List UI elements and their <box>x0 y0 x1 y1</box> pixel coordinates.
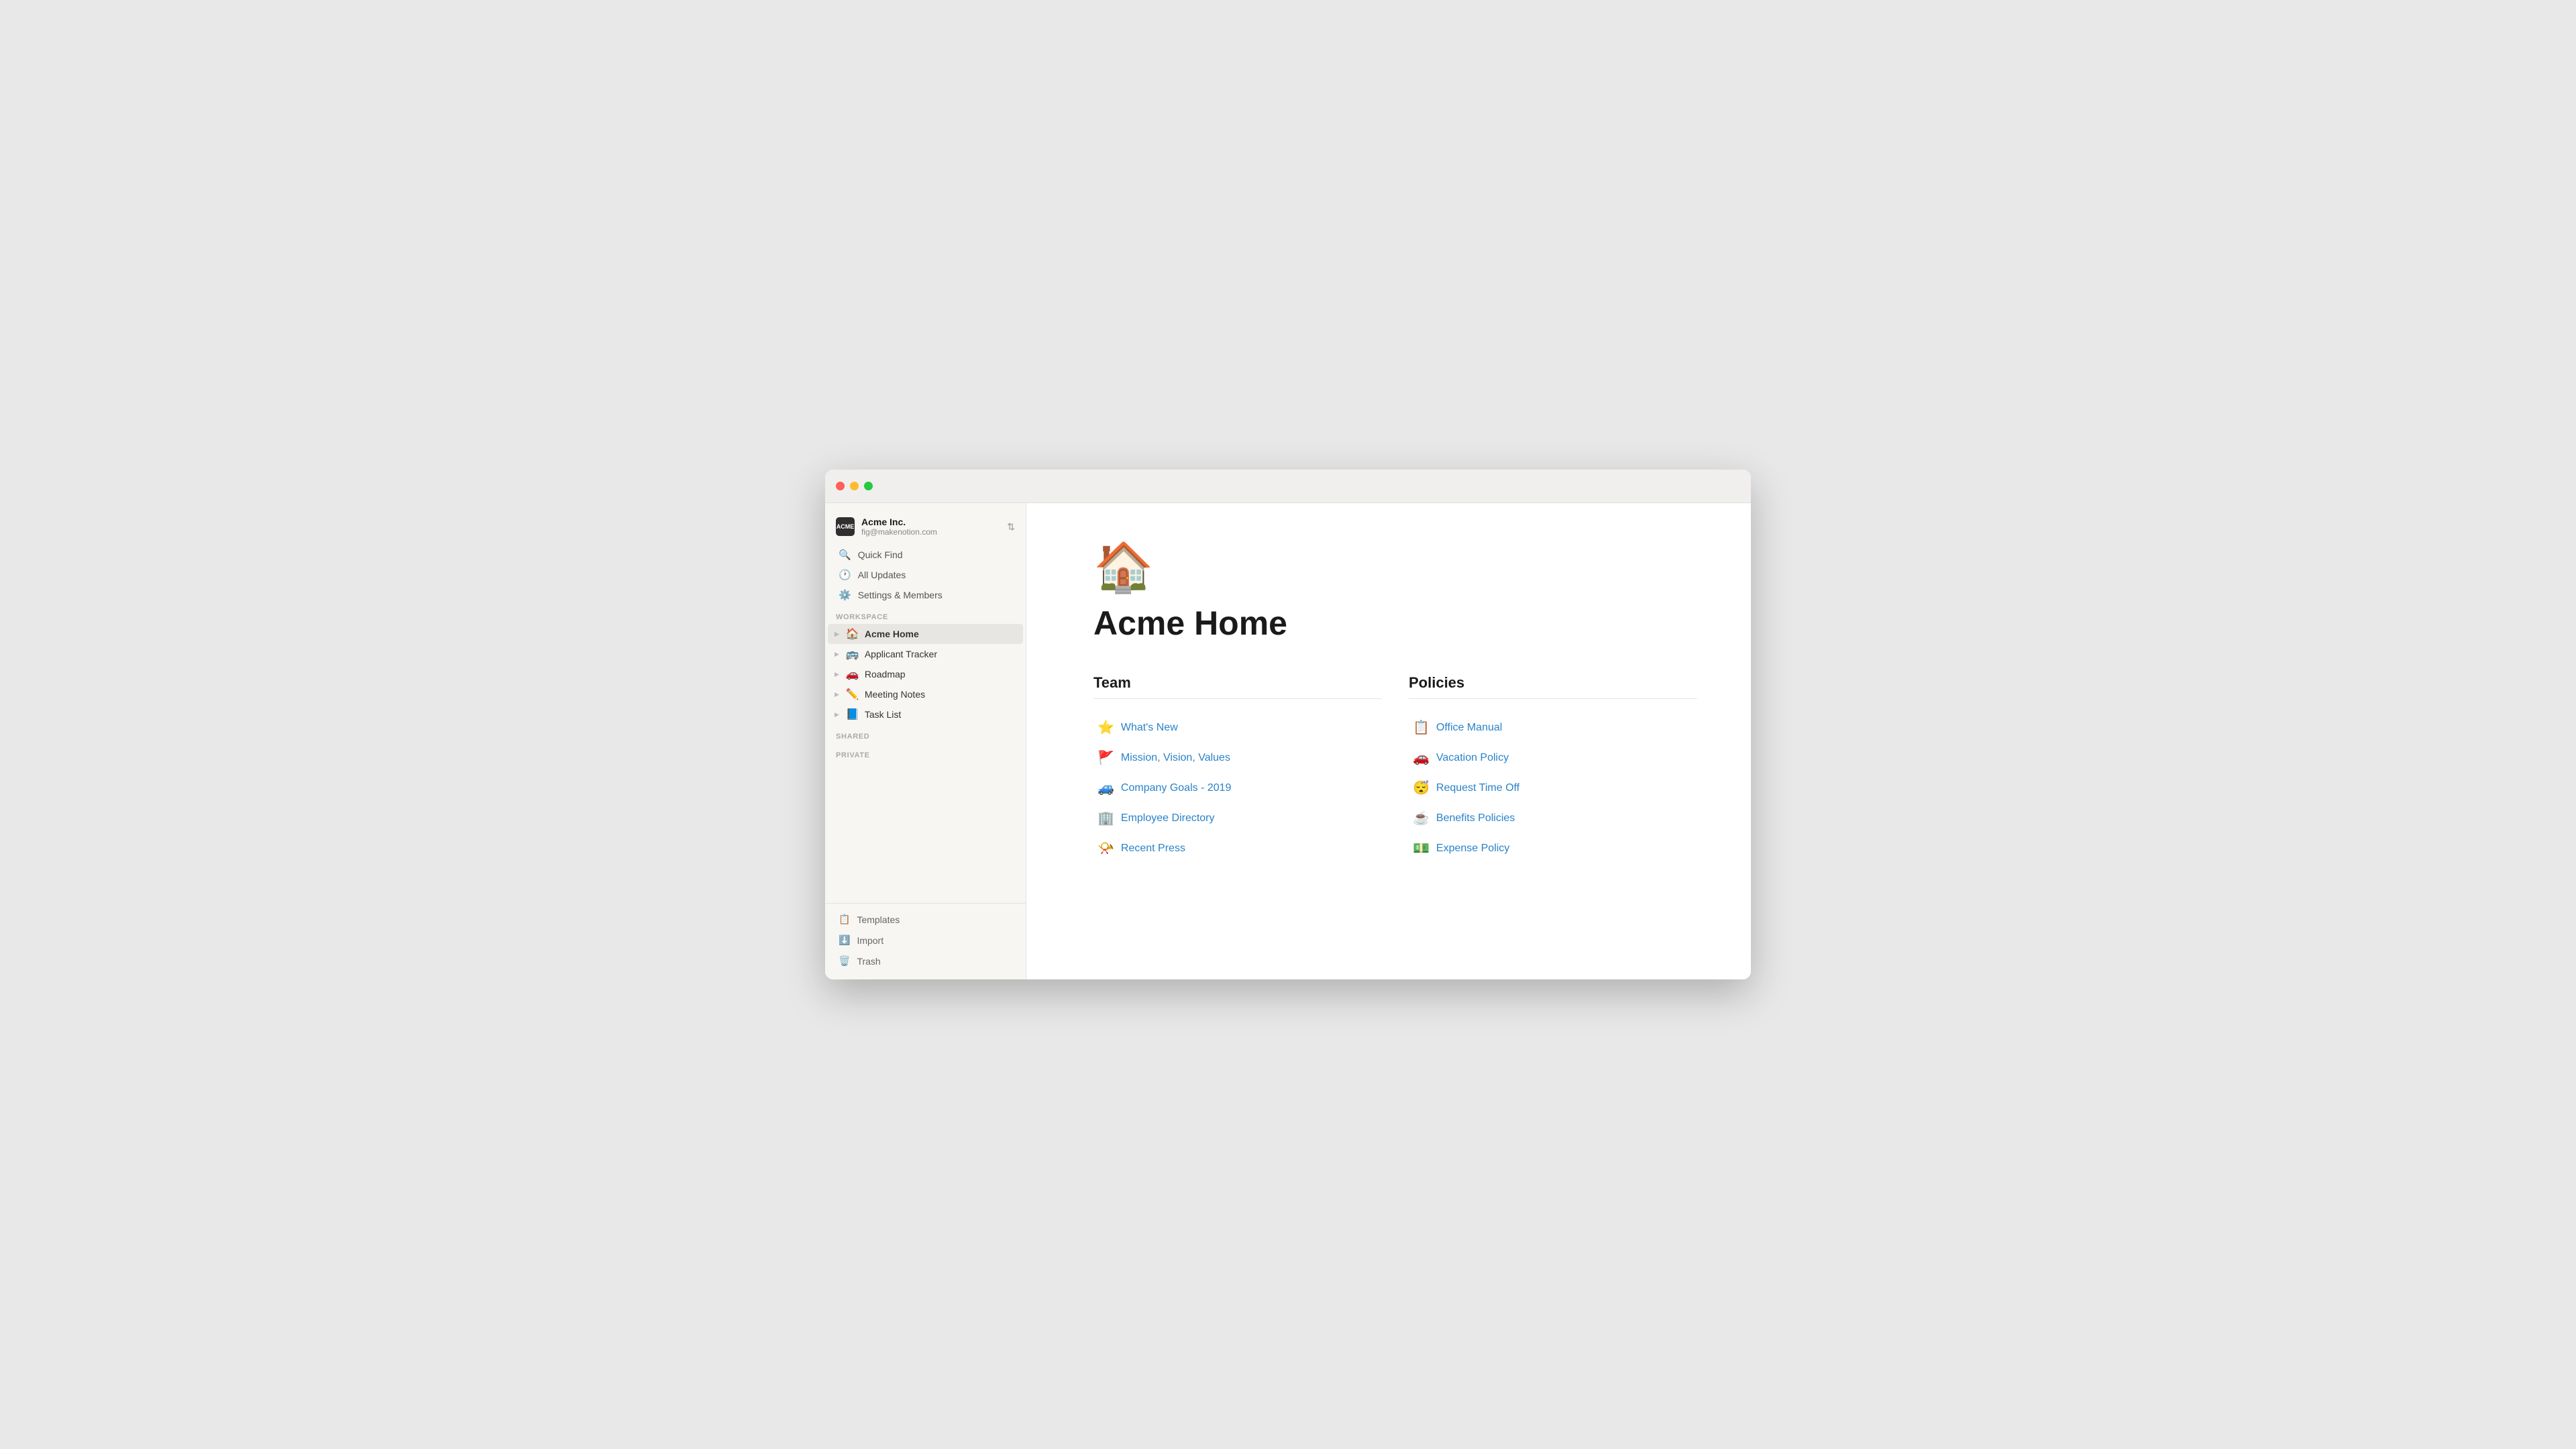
applicant-tracker-label: Applicant Tracker <box>865 649 937 659</box>
policies-link-list: 📋 Office Manual 🚗 Vacation Policy 😴 Requ… <box>1409 714 1697 862</box>
sidebar-item-import[interactable]: ⬇️ Import <box>828 930 1023 951</box>
coffee-icon: ☕ <box>1413 810 1430 826</box>
traffic-lights <box>836 482 873 490</box>
link-office-manual[interactable]: 📋 Office Manual <box>1409 714 1697 741</box>
link-benefits-policies[interactable]: ☕ Benefits Policies <box>1409 804 1697 832</box>
maximize-button[interactable] <box>864 482 873 490</box>
import-icon: ⬇️ <box>839 934 850 946</box>
policies-heading: Policies <box>1409 674 1697 699</box>
main-content: 🏠 Acme Home Team ⭐ What's New 🚩 Mission,… <box>1026 503 1751 979</box>
team-column: Team ⭐ What's New 🚩 Mission, Vision, Val… <box>1093 674 1382 862</box>
templates-icon: 📋 <box>839 914 850 925</box>
office-manual-link[interactable]: Office Manual <box>1436 722 1502 734</box>
sidebar-item-applicant-tracker[interactable]: ▶ 🚌 Applicant Tracker <box>828 644 1023 664</box>
sidebar-item-trash[interactable]: 🗑️ Trash <box>828 951 1023 971</box>
acme-home-emoji: 🏠 <box>846 627 859 641</box>
chevron-right-icon: ▶ <box>835 711 839 718</box>
request-time-off-link[interactable]: Request Time Off <box>1436 782 1519 794</box>
main-layout: ACME Acme Inc. fig@makenotion.com ⇅ 🔍 Qu… <box>825 503 1751 979</box>
private-section-label: PRIVATE <box>825 743 1026 762</box>
mission-link[interactable]: Mission, Vision, Values <box>1121 752 1230 764</box>
sidebar-item-all-updates[interactable]: 🕐 All Updates <box>828 565 1023 585</box>
chevron-updown-icon[interactable]: ⇅ <box>1007 521 1015 533</box>
link-request-time-off[interactable]: 😴 Request Time Off <box>1409 774 1697 802</box>
vacation-policy-link[interactable]: Vacation Policy <box>1436 752 1509 764</box>
page-title: Acme Home <box>1093 605 1697 642</box>
all-updates-label: All Updates <box>858 570 906 580</box>
megaphone-icon: 📯 <box>1097 840 1114 857</box>
car-icon: 🚙 <box>1097 780 1114 796</box>
title-bar <box>825 470 1751 503</box>
app-window: ACME Acme Inc. fig@makenotion.com ⇅ 🔍 Qu… <box>825 470 1751 979</box>
employee-directory-link[interactable]: Employee Directory <box>1121 812 1215 824</box>
link-employee-directory[interactable]: 🏢 Employee Directory <box>1093 804 1382 832</box>
sidebar-item-meeting-notes[interactable]: ▶ ✏️ Meeting Notes <box>828 684 1023 704</box>
gear-icon: ⚙️ <box>839 589 851 601</box>
benefits-policies-link[interactable]: Benefits Policies <box>1436 812 1515 824</box>
sidebar-item-acme-home[interactable]: ▶ 🏠 Acme Home <box>828 624 1023 644</box>
sidebar-item-task-list[interactable]: ▶ 📘 Task List <box>828 704 1023 724</box>
chevron-right-icon: ▶ <box>835 691 839 698</box>
columns-grid: Team ⭐ What's New 🚩 Mission, Vision, Val… <box>1093 674 1697 862</box>
link-company-goals[interactable]: 🚙 Company Goals - 2019 <box>1093 774 1382 802</box>
templates-label: Templates <box>857 914 900 925</box>
car2-icon: 🚗 <box>1413 749 1430 766</box>
workspace-info: ACME Acme Inc. fig@makenotion.com <box>836 517 937 537</box>
recent-press-link[interactable]: Recent Press <box>1121 843 1185 855</box>
clipboard-icon: 📋 <box>1413 719 1430 736</box>
chevron-right-icon: ▶ <box>835 671 839 678</box>
workspace-name: Acme Inc. <box>861 517 937 527</box>
search-icon: 🔍 <box>839 549 851 561</box>
sidebar-bottom: 📋 Templates ⬇️ Import 🗑️ Trash <box>825 903 1026 971</box>
settings-label: Settings & Members <box>858 590 943 600</box>
whats-new-link[interactable]: What's New <box>1121 722 1178 734</box>
task-list-label: Task List <box>865 709 901 720</box>
link-recent-press[interactable]: 📯 Recent Press <box>1093 835 1382 862</box>
roadmap-emoji: 🚗 <box>846 667 859 681</box>
minimize-button[interactable] <box>850 482 859 490</box>
sidebar: ACME Acme Inc. fig@makenotion.com ⇅ 🔍 Qu… <box>825 503 1026 979</box>
acme-home-label: Acme Home <box>865 629 919 639</box>
company-goals-link[interactable]: Company Goals - 2019 <box>1121 782 1232 794</box>
workspace-email: fig@makenotion.com <box>861 527 937 537</box>
workspace-logo: ACME <box>836 517 855 536</box>
close-button[interactable] <box>836 482 845 490</box>
chevron-right-icon: ▶ <box>835 651 839 658</box>
building-icon: 🏢 <box>1097 810 1114 826</box>
import-label: Import <box>857 935 883 946</box>
team-link-list: ⭐ What's New 🚩 Mission, Vision, Values 🚙… <box>1093 714 1382 862</box>
task-list-emoji: 📘 <box>846 708 859 721</box>
page-icon: 🏠 <box>1093 543 1697 592</box>
sidebar-item-templates[interactable]: 📋 Templates <box>828 909 1023 930</box>
workspace-text: Acme Inc. fig@makenotion.com <box>861 517 937 537</box>
applicant-tracker-emoji: 🚌 <box>846 647 859 661</box>
link-expense-policy[interactable]: 💵 Expense Policy <box>1409 835 1697 862</box>
chevron-right-icon: ▶ <box>835 631 839 638</box>
sidebar-item-settings[interactable]: ⚙️ Settings & Members <box>828 585 1023 605</box>
sidebar-item-quick-find[interactable]: 🔍 Quick Find <box>828 545 1023 565</box>
clock-icon: 🕐 <box>839 569 851 581</box>
flag-icon: 🚩 <box>1097 749 1114 766</box>
expense-policy-link[interactable]: Expense Policy <box>1436 843 1509 855</box>
trash-icon: 🗑️ <box>839 955 850 967</box>
money-icon: 💵 <box>1413 840 1430 857</box>
sidebar-item-roadmap[interactable]: ▶ 🚗 Roadmap <box>828 664 1023 684</box>
star-icon: ⭐ <box>1097 719 1114 736</box>
link-mission[interactable]: 🚩 Mission, Vision, Values <box>1093 744 1382 771</box>
tired-face-icon: 😴 <box>1413 780 1430 796</box>
quick-find-label: Quick Find <box>858 549 903 560</box>
workspace-section-label: WORKSPACE <box>825 605 1026 624</box>
meeting-notes-emoji: ✏️ <box>846 688 859 701</box>
team-heading: Team <box>1093 674 1382 699</box>
link-whats-new[interactable]: ⭐ What's New <box>1093 714 1382 741</box>
trash-label: Trash <box>857 956 880 967</box>
meeting-notes-label: Meeting Notes <box>865 689 925 700</box>
roadmap-label: Roadmap <box>865 669 906 680</box>
shared-section-label: SHARED <box>825 724 1026 743</box>
policies-column: Policies 📋 Office Manual 🚗 Vacation Poli… <box>1409 674 1697 862</box>
link-vacation-policy[interactable]: 🚗 Vacation Policy <box>1409 744 1697 771</box>
workspace-header[interactable]: ACME Acme Inc. fig@makenotion.com ⇅ <box>825 511 1026 545</box>
